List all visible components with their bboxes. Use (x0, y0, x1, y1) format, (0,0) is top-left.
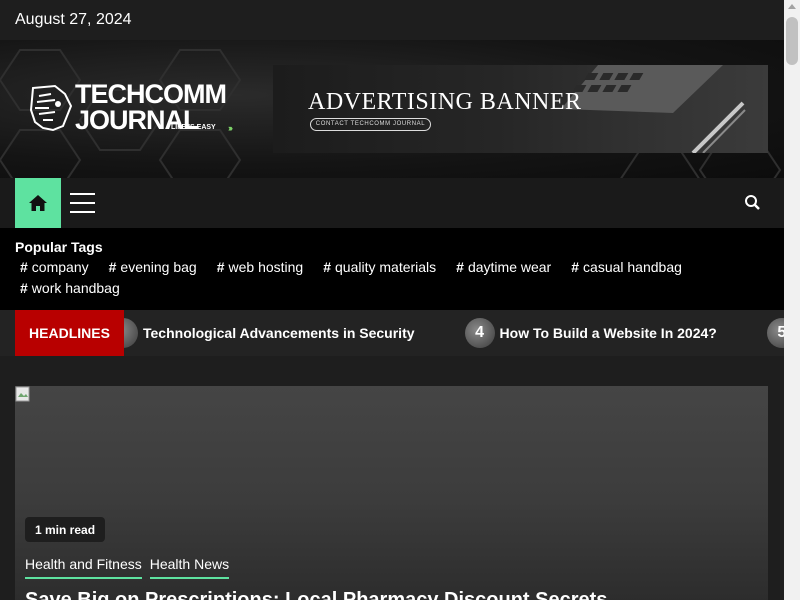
chevron-icon: ››› (228, 123, 233, 133)
tag-link[interactable]: # evening bag (109, 259, 197, 275)
ticker-title: Technological Advancements in Security (143, 325, 415, 341)
home-button[interactable] (15, 178, 61, 228)
hamburger-icon (70, 211, 95, 213)
hash-icon: # (571, 259, 580, 275)
logo-mark-icon (29, 84, 73, 132)
headlines-ticker: HEADLINES Technological Advancements in … (0, 310, 784, 356)
vertical-scrollbar[interactable] (784, 0, 800, 600)
category-link[interactable]: Health and Fitness (25, 556, 142, 579)
site-header: TECHCOMM JOURNAL LIFE IS EASY ››› ADVERT… (0, 40, 784, 178)
ticker-item[interactable]: Technological Advancements in Security (108, 318, 415, 348)
tag-link[interactable]: # quality materials (323, 259, 436, 275)
current-date: August 27, 2024 (15, 11, 132, 28)
featured-post[interactable]: 1 min read Health and Fitness Health New… (15, 386, 768, 600)
scrollbar-thumb[interactable] (786, 17, 798, 65)
ticker-title: How To Build a Website In 2024? (499, 325, 717, 341)
ticker-track: Technological Advancements in Security 4… (108, 310, 784, 356)
tag-link[interactable]: # daytime wear (456, 259, 551, 275)
scroll-up-arrow-icon[interactable] (788, 4, 796, 9)
banner-subtitle: CONTACT TECHCOMM JOURNAL (310, 118, 431, 131)
menu-toggle-button[interactable] (70, 193, 95, 213)
post-title[interactable]: Save Big on Prescriptions: Local Pharmac… (25, 589, 607, 600)
hash-icon: # (216, 259, 225, 275)
search-button[interactable] (744, 194, 762, 212)
hash-icon: # (456, 259, 464, 275)
ticker-item[interactable]: 5 (766, 318, 784, 348)
hamburger-icon (70, 202, 95, 204)
headlines-label: HEADLINES (15, 310, 124, 356)
top-bar: August 27, 2024 (0, 0, 784, 40)
ticker-thumbnail: 5 (766, 318, 784, 348)
hash-icon: # (323, 259, 332, 275)
ticker-thumbnail: 4 (464, 318, 495, 348)
popular-tags: Popular Tags # company # evening bag # web … (0, 228, 784, 310)
advertising-banner[interactable]: ADVERTISING BANNER CONTACT TECHCOMM JOUR… (273, 65, 768, 153)
popular-tags-title: Popular Tags (15, 239, 103, 255)
banner-title: ADVERTISING BANNER (308, 89, 582, 115)
main-navigation (0, 178, 784, 228)
hash-icon: # (108, 259, 117, 275)
tag-link[interactable]: # company (20, 259, 89, 275)
logo-line-1: TECHCOMM (75, 79, 227, 109)
tag-link[interactable]: # web hosting (217, 259, 304, 275)
search-icon (745, 195, 760, 210)
home-icon (29, 195, 47, 211)
read-time-badge: 1 min read (25, 517, 106, 542)
tag-link[interactable]: # work handbag (20, 280, 120, 296)
ticker-item[interactable]: 4 How To Build a Website In 2024? (464, 318, 717, 348)
tag-link[interactable]: # casual handbag (571, 259, 682, 275)
post-categories: Health and Fitness Health News (25, 556, 237, 579)
category-link[interactable]: Health News (149, 556, 230, 579)
hash-icon: # (20, 259, 28, 275)
tag-list: # company # evening bag # web hosting # qual… (15, 259, 715, 301)
logo-tagline: LIFE IS EASY (171, 124, 216, 131)
hash-icon: # (20, 280, 28, 296)
page: August 27, 2024 TECHCOMM JOURNAL LIFE IS (0, 0, 784, 600)
site-logo[interactable]: TECHCOMM JOURNAL LIFE IS EASY ››› (25, 80, 247, 138)
broken-image-icon (15, 386, 30, 402)
hamburger-icon (70, 193, 95, 195)
